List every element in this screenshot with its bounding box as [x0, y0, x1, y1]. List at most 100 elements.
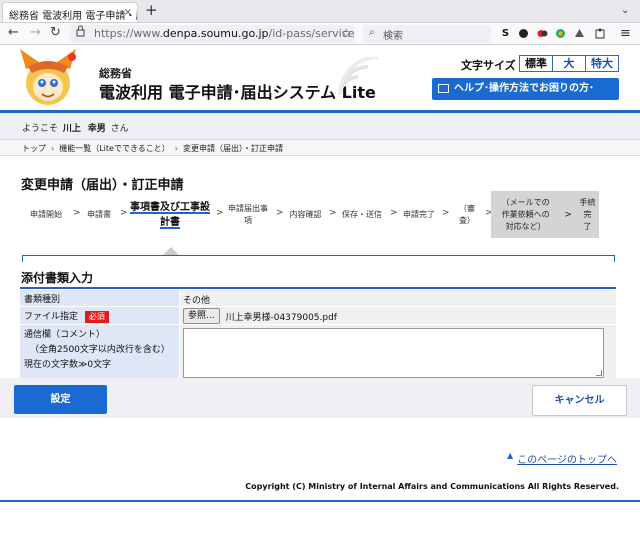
step-application: 申請書: [87, 209, 111, 219]
step-procedure-complete: 手続完 了: [576, 197, 599, 233]
step-notify-line-2: 項: [244, 215, 252, 225]
step-final-line-1: 手続完: [579, 197, 596, 219]
extension-s-icon[interactable]: S: [500, 28, 511, 39]
help-button-label: ヘルプ･操作方法でお困りの方･: [454, 83, 594, 94]
file-row: ファイル指定 必須 参照... 川上幸男様-04379005.pdf: [20, 307, 616, 325]
browse-button[interactable]: 参照...: [183, 308, 220, 324]
progress-steps: 申請開始 > 申請書 > 事項書及び工事設 計書 > 申請届出事 項 > 内容確…: [20, 191, 620, 238]
step-email-response: （メールでの 作業依頼への 対応など） > 手続完 了: [491, 191, 599, 238]
window-icon: [438, 84, 449, 93]
browser-nav-bar: ← → ↻ https://www.denpa.soumu.go.jp/id-p…: [0, 23, 640, 45]
step-notify-line-1: 申請届出事: [228, 203, 268, 213]
extension-a-icon[interactable]: [518, 28, 529, 39]
selected-file-name: 川上幸男様-04379005.pdf: [225, 312, 337, 323]
chevron-right-icon: ›: [174, 144, 178, 153]
breadcrumb-function-list[interactable]: 機能一覧（Liteでできること）: [59, 144, 170, 153]
new-tab-button[interactable]: +: [145, 3, 158, 18]
doc-type-row: 書類種別 その他: [20, 290, 616, 307]
required-badge: 必須: [84, 311, 109, 323]
copyright: Copyright (C) Ministry of Internal Affai…: [245, 482, 619, 491]
comment-label: 通信欄（コメント）: [24, 330, 106, 340]
chevron-right-icon: ›: [51, 144, 55, 153]
extensions-puzzle-icon[interactable]: [595, 28, 606, 39]
mascot-logo-icon[interactable]: [18, 47, 78, 111]
step-complete: 申請完了: [403, 209, 435, 219]
url-bar[interactable]: https://www.denpa.soumu.go.jp/id-pass/se…: [70, 25, 355, 43]
footer-divider: [0, 500, 640, 502]
step-current-line-1: 事項書及び工事設: [130, 201, 210, 213]
welcome-bar: ようこそ 川上 幸男 さん: [0, 113, 640, 139]
font-size-standard-button[interactable]: 標準: [520, 56, 553, 71]
welcome-suffix: さん: [110, 124, 129, 134]
font-size-large-button[interactable]: 大: [553, 56, 586, 71]
page-top-link[interactable]: ▲ このページのトップへ: [507, 451, 617, 466]
site-header: 総務省 電波利用 電子申請･届出システム Lite 文字サイズ 標準 大 特大 …: [0, 45, 640, 112]
user-given-name: 幸男: [87, 124, 106, 134]
step-separator: >: [564, 209, 572, 220]
step-separator: >: [390, 208, 398, 218]
font-size-xlarge-button[interactable]: 特大: [586, 56, 618, 71]
page-top-label: このページのトップへ: [517, 455, 617, 466]
browser-tab-bar: 総務省 電波利用 電子申請・届 × + ⌄: [0, 0, 640, 23]
doc-type-label: 書類種別: [20, 290, 179, 306]
url-prefix: https://www.: [94, 27, 163, 40]
bookmark-star-icon[interactable]: ☆: [341, 26, 352, 40]
comment-value-cell: [180, 325, 616, 379]
resize-grip-icon[interactable]: [596, 370, 602, 376]
comment-textarea[interactable]: [183, 328, 604, 378]
step-email-line-3: 対応など）: [505, 221, 546, 231]
step-current-line-2: 計書: [160, 216, 180, 228]
font-size-label: 文字サイズ: [461, 59, 516, 72]
tab-close-icon[interactable]: ×: [124, 7, 132, 18]
comment-row: 通信欄（コメント） （全角2500文字以内改行を含む） 現在の文字数≫0文字: [20, 325, 616, 380]
search-placeholder: 検索: [383, 31, 403, 42]
radio-wave-icon: [338, 57, 379, 96]
comment-limit-note: （全角2500文字以内改行を含む）: [30, 345, 170, 355]
breadcrumb-top[interactable]: トップ: [22, 144, 46, 153]
step-current-specifications: 事項書及び工事設 計書: [126, 191, 214, 238]
extension-b-icon[interactable]: [537, 28, 548, 39]
search-icon: ⌕: [369, 27, 375, 38]
cancel-button[interactable]: キャンセル: [532, 385, 627, 416]
step-save-send: 保存・送信: [342, 209, 382, 219]
comment-char-count: 現在の文字数≫0文字: [24, 360, 112, 370]
user-family-name: 川上: [62, 124, 81, 134]
step-final-line-2: 了: [583, 221, 592, 231]
file-label: ファイル指定: [24, 312, 79, 322]
font-size-selector: 標準 大 特大: [519, 55, 619, 72]
browser-tab[interactable]: 総務省 電波利用 電子申請・届 ×: [2, 2, 138, 22]
reload-icon[interactable]: ↻: [50, 26, 61, 40]
doc-type-value: その他: [180, 290, 616, 306]
url-security-icons: [75, 25, 91, 40]
welcome-prefix: ようこそ: [22, 124, 59, 134]
section-title: 添付書類入力: [21, 271, 94, 285]
step-review-line-1: （審: [459, 203, 475, 213]
step-notification-items: 申請届出事 項: [222, 191, 274, 238]
file-value-cell: 参照... 川上幸男様-04379005.pdf: [180, 307, 616, 324]
hamburger-menu-icon[interactable]: ≡: [620, 26, 631, 41]
step-separator: >: [442, 208, 450, 218]
search-bar[interactable]: ⌕ 検索: [363, 25, 491, 43]
section-divider: [20, 287, 616, 289]
steps-bracket-line: [22, 255, 615, 262]
tab-list-dropdown-icon[interactable]: ⌄: [621, 5, 629, 16]
back-arrow-icon[interactable]: ←: [8, 26, 19, 40]
tab-title: 総務省 電波利用 電子申請・届: [9, 11, 138, 22]
set-button[interactable]: 設定: [14, 385, 107, 414]
url-host: denpa.soumu.go.jp: [162, 27, 269, 40]
step-start: 申請開始: [30, 209, 62, 219]
breadcrumb-current: 変更申請（届出）・訂正申請: [182, 144, 283, 153]
forward-arrow-icon[interactable]: →: [30, 26, 41, 40]
file-label-cell: ファイル指定 必須: [20, 307, 179, 324]
step-review: （審 査）: [450, 191, 484, 238]
extension-c-icon[interactable]: [555, 28, 566, 39]
comment-label-cell: 通信欄（コメント） （全角2500文字以内改行を含む） 現在の文字数≫0文字: [20, 325, 179, 379]
lock-icon: [76, 25, 85, 37]
help-button[interactable]: ヘルプ･操作方法でお困りの方･: [432, 78, 619, 100]
step-email-line-1: （メールでの: [501, 197, 550, 207]
current-step-pointer: [163, 247, 179, 255]
breadcrumb: トップ › 機能一覧（Liteでできること） › 変更申請（届出）・訂正申請: [0, 139, 640, 156]
step-confirm: 内容確認: [289, 209, 322, 219]
extension-d-icon[interactable]: [574, 28, 585, 39]
step-email-line-2: 作業依頼への: [501, 209, 550, 219]
